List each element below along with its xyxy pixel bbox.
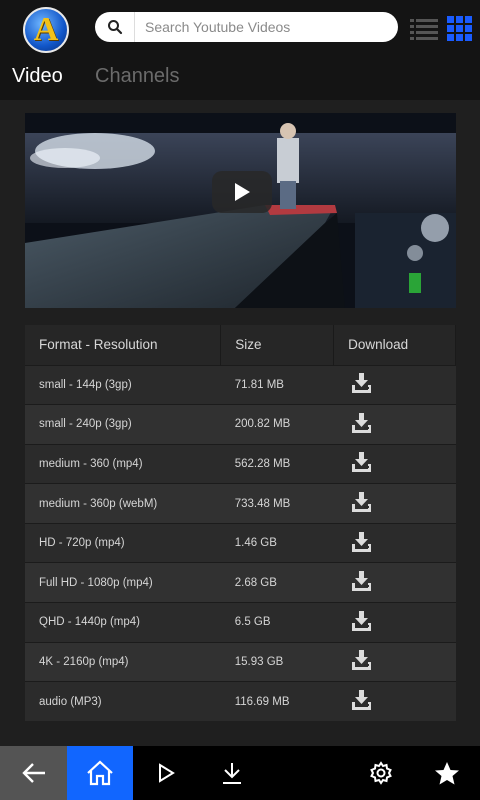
download-icon[interactable] [351,689,373,714]
app-logo[interactable]: A [23,7,69,53]
download-icon[interactable] [351,412,373,437]
download-cell [333,364,456,405]
table-header-row: Format - Resolution Size Download [25,325,456,365]
download-cell [333,483,456,524]
column-header-size: Size [220,325,335,365]
size-cell: 6.5 GB [220,602,334,643]
table-row: audio (MP3) 116.69 MB [25,681,456,722]
table-row: small - 240p (3gp) 200.82 MB [25,404,456,445]
grid-view-icon[interactable] [446,15,474,43]
table-row: QHD - 1440p (mp4) 6.5 GB [25,602,456,643]
size-cell: 15.93 GB [220,641,334,682]
download-icon[interactable] [351,570,373,595]
download-cell [333,602,456,643]
download-cell [333,562,456,603]
search-icon[interactable] [95,12,135,42]
download-cell [333,641,456,682]
download-cell [333,443,456,484]
format-cell: Full HD - 1080p (mp4) [25,562,221,603]
download-icon[interactable] [351,372,373,397]
home-button[interactable] [67,746,134,800]
logo-letter: A [33,11,59,48]
size-cell: 733.48 MB [220,483,334,524]
back-button[interactable] [0,746,68,800]
play-outline-icon [159,763,176,783]
video-player[interactable] [25,113,456,308]
tab-channels[interactable]: Channels [95,65,180,88]
download-cell [333,681,456,722]
column-header-format: Format - Resolution [25,325,222,365]
download-icon[interactable] [351,610,373,635]
play-icon [235,183,250,201]
bottom-nav-bar [0,746,480,800]
column-header-download: Download [333,325,456,365]
format-cell: medium - 360p (webM) [25,483,221,524]
table-row: medium - 360 (mp4) 562.28 MB [25,443,456,484]
download-icon[interactable] [351,531,373,556]
format-cell: small - 144p (3gp) [25,364,221,405]
settings-button[interactable] [348,746,414,800]
size-cell: 200.82 MB [220,404,334,445]
download-cell [333,404,456,445]
format-cell: medium - 360 (mp4) [25,443,221,484]
format-cell: HD - 720p (mp4) [25,522,221,563]
settings-icon [369,761,392,785]
tab-video[interactable]: Video [12,65,63,88]
list-view-icon[interactable] [410,15,438,43]
download-table: Format - Resolution Size Download small … [25,325,456,722]
download-icon[interactable] [351,649,373,674]
favorites-button[interactable] [414,746,480,800]
top-bar: A Video Channels [0,0,480,100]
table-row: 4K - 2160p (mp4) 15.93 GB [25,641,456,682]
download-icon[interactable] [351,451,373,476]
download-cell [333,522,456,563]
size-cell: 116.69 MB [220,681,334,722]
tab-bar: Video Channels [0,60,480,96]
table-row: HD - 720p (mp4) 1.46 GB [25,522,456,563]
format-cell: QHD - 1440p (mp4) [25,602,221,643]
play-button[interactable] [212,171,272,213]
main-content: Format - Resolution Size Download small … [25,113,456,722]
download-nav-button[interactable] [199,746,265,800]
search-input[interactable] [135,19,385,35]
back-arrow-icon [21,763,45,783]
size-cell: 71.81 MB [220,364,334,405]
size-cell: 562.28 MB [220,443,334,484]
star-icon [434,762,459,785]
download-icon [223,763,242,784]
search-bar[interactable] [95,12,398,42]
play-nav-button[interactable] [133,746,199,800]
size-cell: 1.46 GB [220,522,334,563]
home-icon [87,760,113,786]
format-cell: 4K - 2160p (mp4) [25,641,221,682]
format-cell: small - 240p (3gp) [25,404,221,445]
table-row: medium - 360p (webM) 733.48 MB [25,483,456,524]
table-row: Full HD - 1080p (mp4) 2.68 GB [25,562,456,603]
size-cell: 2.68 GB [220,562,334,603]
table-row: small - 144p (3gp) 71.81 MB [25,364,456,405]
download-icon[interactable] [351,491,373,516]
format-cell: audio (MP3) [25,681,221,722]
